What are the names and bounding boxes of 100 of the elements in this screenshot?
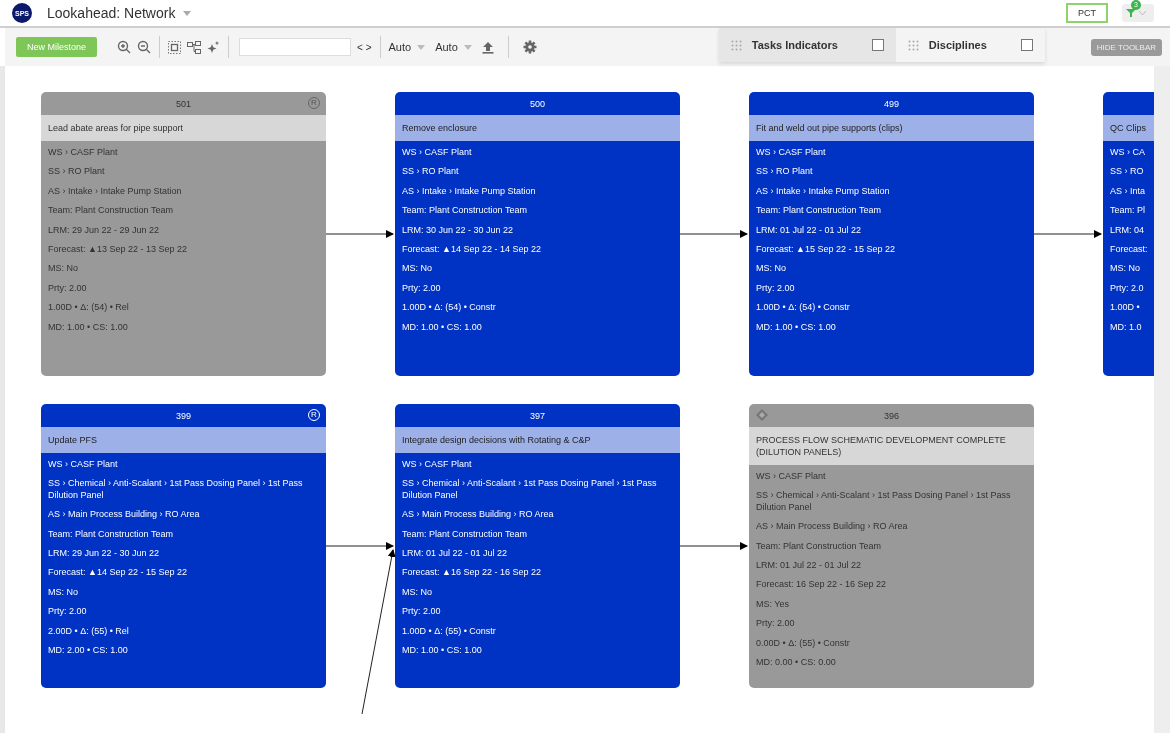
task-card[interactable] <box>41 404 326 688</box>
task-detail: LRM: 29 Jun 22 - 29 Jun 22 <box>48 224 161 237</box>
task-detail: MS: No <box>1110 263 1141 275</box>
task-detail: Team: Plant Construction Team <box>48 528 174 541</box>
task-detail: MS: No <box>756 263 787 275</box>
zoom-out-icon[interactable] <box>137 40 152 54</box>
task-detail: AS › Intake › Intake Pump Station <box>48 185 183 198</box>
auto-dropdown[interactable]: Auto <box>388 41 412 53</box>
task-detail: Team: Plant Construction Team <box>48 205 174 217</box>
task-detail: Team: Plant Construction Team <box>756 540 882 553</box>
task-detail: LRM: 01 Jul 22 - 01 Jul 22 <box>402 548 509 560</box>
task-number: 500 <box>530 98 545 109</box>
task-detail: Prty: 2.00 <box>48 282 88 295</box>
panel-label: Disciplines <box>928 39 987 51</box>
task-detail: LRM: 29 Jun 22 - 30 Jun 22 <box>48 548 161 560</box>
task-title: Fit and weld out pipe supports (clips) <box>756 123 903 133</box>
drag-handle-icon[interactable] <box>730 39 742 51</box>
task-detail: LRM: 04 <box>1110 224 1145 237</box>
task-detail: LRM: 30 Jun 22 - 30 Jun 22 <box>402 224 515 237</box>
task-detail: LRM: 01 Jul 22 - 01 Jul 22 <box>756 560 863 572</box>
task-detail: Team: Plant Construction Team <box>402 528 528 541</box>
task-detail: AS › Inta <box>1110 185 1146 198</box>
task-card[interactable] <box>749 404 1034 688</box>
task-detail: SS › RO <box>1110 166 1145 178</box>
task-detail: MS: No <box>48 586 79 599</box>
task-title: QC Clips <box>1110 123 1146 133</box>
checkbox[interactable] <box>1020 39 1033 51</box>
task-card[interactable] <box>395 404 680 688</box>
task-detail: Team: Pl <box>1110 205 1146 217</box>
upload-icon[interactable] <box>481 40 494 54</box>
page-title[interactable]: Lookahead: Network <box>47 5 176 21</box>
task-detail: 1.00D • Δ: (54) • Rel <box>48 302 130 314</box>
scrollbar-track[interactable] <box>1154 66 1170 733</box>
task-detail: Forecast: ▲15 Sep 22 - 15 Sep 22 <box>756 243 896 256</box>
task-detail: Forecast: <box>1110 243 1149 256</box>
zoom-in-icon[interactable] <box>117 40 132 54</box>
task-card[interactable] <box>395 92 680 376</box>
task-title: Lead abate areas for pipe support <box>48 123 184 133</box>
task-detail: 1.00D • Δ: (54) • Constr <box>756 302 851 314</box>
task-number: 499 <box>884 98 899 109</box>
task-detail: 2.00D • Δ: (55) • Rel <box>48 625 130 638</box>
task-detail: WS › CA <box>1110 147 1146 159</box>
task-title: Remove enclosure <box>402 123 478 133</box>
task-detail: Forecast: ▲16 Sep 22 - 16 Sep 22 <box>402 567 542 579</box>
task-detail: WS › CASF Plant <box>756 147 827 159</box>
task-detail: 1.00D • <box>1110 302 1141 314</box>
task-detail: LRM: 01 Jul 22 - 01 Jul 22 <box>756 224 863 237</box>
task-detail: Team: Plant Construction Team <box>402 205 528 217</box>
task-number: 399 <box>176 410 191 421</box>
task-detail: MD: 1.00 • CS: 1.00 <box>756 321 837 333</box>
pct-button[interactable]: PCT <box>1066 3 1108 23</box>
task-detail: Forecast: 16 Sep 22 - 16 Sep 22 <box>756 579 888 591</box>
task-number: 397 <box>530 410 545 421</box>
task-detail: Forecast: ▲14 Sep 22 - 15 Sep 22 <box>48 567 188 579</box>
task-detail: Prty: 2.00 <box>402 606 442 618</box>
task-detail: SS › Chemical › Anti-Scalant › 1st Pass Dosing Panel › 1st Pass Dilution Panel <box>48 478 304 502</box>
task-card[interactable] <box>41 92 326 376</box>
task-detail: SS › RO Plant <box>48 166 106 178</box>
task-detail: MS: No <box>402 586 433 599</box>
prev-next-arrows[interactable]: < > <box>357 41 372 53</box>
task-number: 501 <box>176 98 191 109</box>
task-detail: Prty: 2.00 <box>402 282 442 295</box>
task-title: Update PFS <box>48 435 98 445</box>
panel-label: Tasks Indicators <box>751 39 838 51</box>
layout-icon[interactable] <box>187 40 202 54</box>
task-detail: Team: Plant Construction Team <box>756 205 882 217</box>
caret-icon[interactable] <box>183 10 192 16</box>
task-detail: WS › CASF Plant <box>402 459 473 471</box>
task-detail: Prty: 2.00 <box>48 606 88 618</box>
fit-icon[interactable] <box>168 40 182 54</box>
task-detail: 1.00D • Δ: (54) • Constr <box>402 302 497 314</box>
task-detail: Prty: 2.0 <box>1110 282 1145 295</box>
task-detail: WS › CASF Plant <box>756 471 827 483</box>
task-number: 396 <box>884 410 899 421</box>
task-detail: MD: 1.00 • CS: 1.00 <box>402 321 483 333</box>
task-detail: 1.00D • Δ: (55) • Constr <box>402 625 497 638</box>
settings-icon[interactable] <box>522 40 537 54</box>
checkbox[interactable] <box>871 39 884 51</box>
sparkle-icon[interactable] <box>207 40 221 54</box>
task-detail: SS › Chemical › Anti-Scalant › 1st Pass Dosing Panel › 1st Pass Dilution Panel <box>756 490 1012 514</box>
drag-handle-icon[interactable] <box>907 39 919 51</box>
task-detail: MS: Yes <box>756 598 791 611</box>
task-detail: AS › Main Process Building › RO Area <box>48 509 201 521</box>
chevron-icon <box>1139 10 1146 16</box>
task-detail: MD: 2.00 • CS: 1.00 <box>48 645 129 657</box>
search-field[interactable] <box>239 38 352 56</box>
task-card[interactable] <box>749 92 1034 376</box>
task-card[interactable]: QC Clips WS › CA SS › RO AS › Inta Team: Pl LRM: 04 Forecast: MS: No Prty: 2.0 1.00D • MD: 1.0 <box>1103 92 1154 376</box>
task-detail: SS › RO Plant <box>402 166 460 178</box>
task-detail: AS › Intake › Intake Pump Station <box>402 185 537 198</box>
task-detail: SS › Chemical › Anti-Scalant › 1st Pass Dosing Panel › 1st Pass Dilution Panel <box>402 478 658 502</box>
task-detail: Prty: 2.00 <box>756 282 796 295</box>
auto-dropdown[interactable]: Auto <box>435 41 458 53</box>
task-detail: Forecast: ▲13 Sep 22 - 13 Sep 22 <box>48 243 188 256</box>
task-detail: SS › RO Plant <box>756 166 814 178</box>
task-title: Integrate design decisions with Rotating & C&P <box>402 435 591 445</box>
task-detail: WS › CASF Plant <box>402 147 473 159</box>
task-title: PROCESS FLOW SCHEMATIC DEVELOPMENT COMPLETE (DILUTION PANELS) <box>756 435 1006 457</box>
task-detail: WS › CASF Plant <box>48 147 119 159</box>
task-detail: MD: 1.00 • CS: 1.00 <box>402 645 483 657</box>
